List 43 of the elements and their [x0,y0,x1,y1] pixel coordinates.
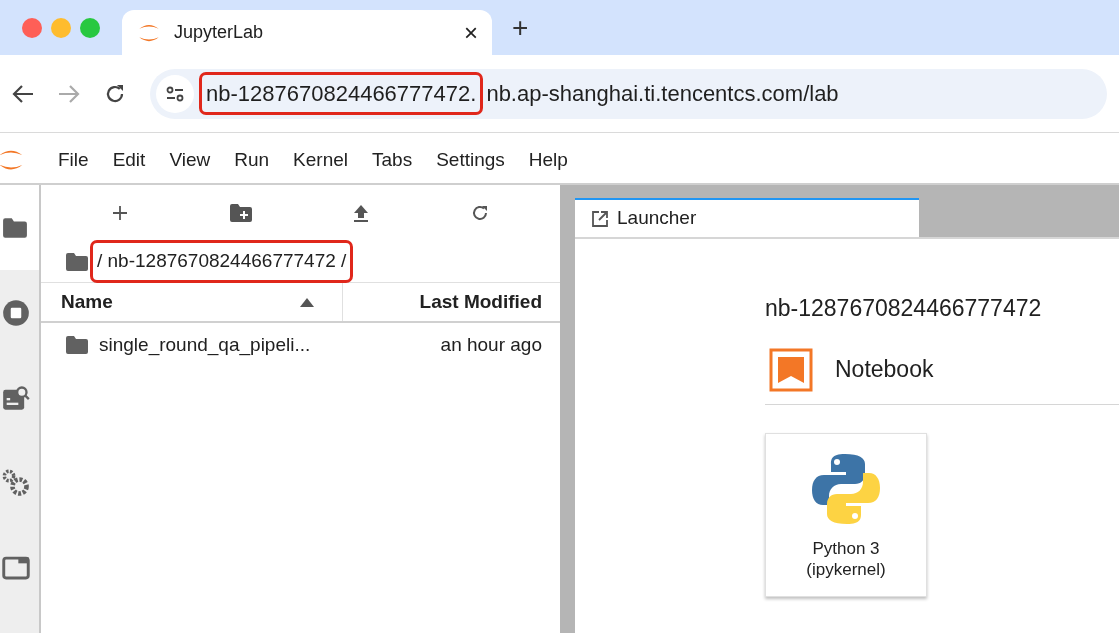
sidebar-tab[interactable] [0,185,39,270]
python-logo-icon [809,451,883,526]
launcher-tab[interactable]: Launcher [575,198,919,237]
menu-item[interactable]: File [46,145,101,175]
file-row[interactable]: single_round_qa_pipeli... an hour ago [41,323,560,367]
url-text: nb-1287670824466777472. [202,75,481,112]
menu-item[interactable]: Help [516,145,580,175]
notebook-icon [769,347,813,392]
folder-icon [65,251,89,272]
folder-icon [2,216,28,239]
kernel-card[interactable]: Python 3 (ipykernel) [765,432,927,597]
kernel-label: Python 3 (ipykernel) [806,537,886,580]
stop-icon [2,298,30,327]
menu-item[interactable]: Tabs [360,145,425,175]
menu-item[interactable]: Run [222,145,282,175]
column-header[interactable]: Name [41,283,343,321]
column-header[interactable]: Last Modified [343,283,560,321]
tab-close-button[interactable]: × [464,20,478,45]
external-link-icon [591,209,609,228]
sort-ascending-icon [300,297,314,307]
upload-icon[interactable] [352,203,371,223]
menu-item[interactable]: Kernel [281,145,360,175]
back-arrow-icon[interactable] [12,83,34,104]
launcher-heading: nb-1287670824466777472 [765,294,1043,323]
breadcrumb-path[interactable]: / nb-1287670824466777472 / [93,243,351,280]
gears-icon [2,468,30,497]
modified-time: an hour ago [440,332,542,357]
reload-icon[interactable] [104,82,126,105]
folder-icon [65,335,89,355]
menu-item[interactable]: Settings [424,145,517,175]
url-text: nb.ap-shanghai.ti.tencentcs.com/lab [486,80,839,108]
section-title: Notebook [835,355,934,385]
menu-item[interactable]: Edit [100,145,158,175]
new-folder-icon[interactable] [228,203,253,223]
new-launcher-button[interactable] [110,204,129,222]
tab-title: JupyterLab [174,21,265,44]
file-name: single_round_qa_pipeli... [99,332,312,358]
menu-item[interactable]: View [157,145,223,175]
window-icon [2,555,30,580]
browser-tab[interactable]: JupyterLab × [122,10,492,55]
address-bar[interactable]: nb-1287670824466777472. nb.ap-shanghai.ti.tencentcs.com/lab [150,68,1107,119]
site-settings-icon[interactable] [156,74,194,113]
new-tab-button[interactable]: + [512,13,529,42]
